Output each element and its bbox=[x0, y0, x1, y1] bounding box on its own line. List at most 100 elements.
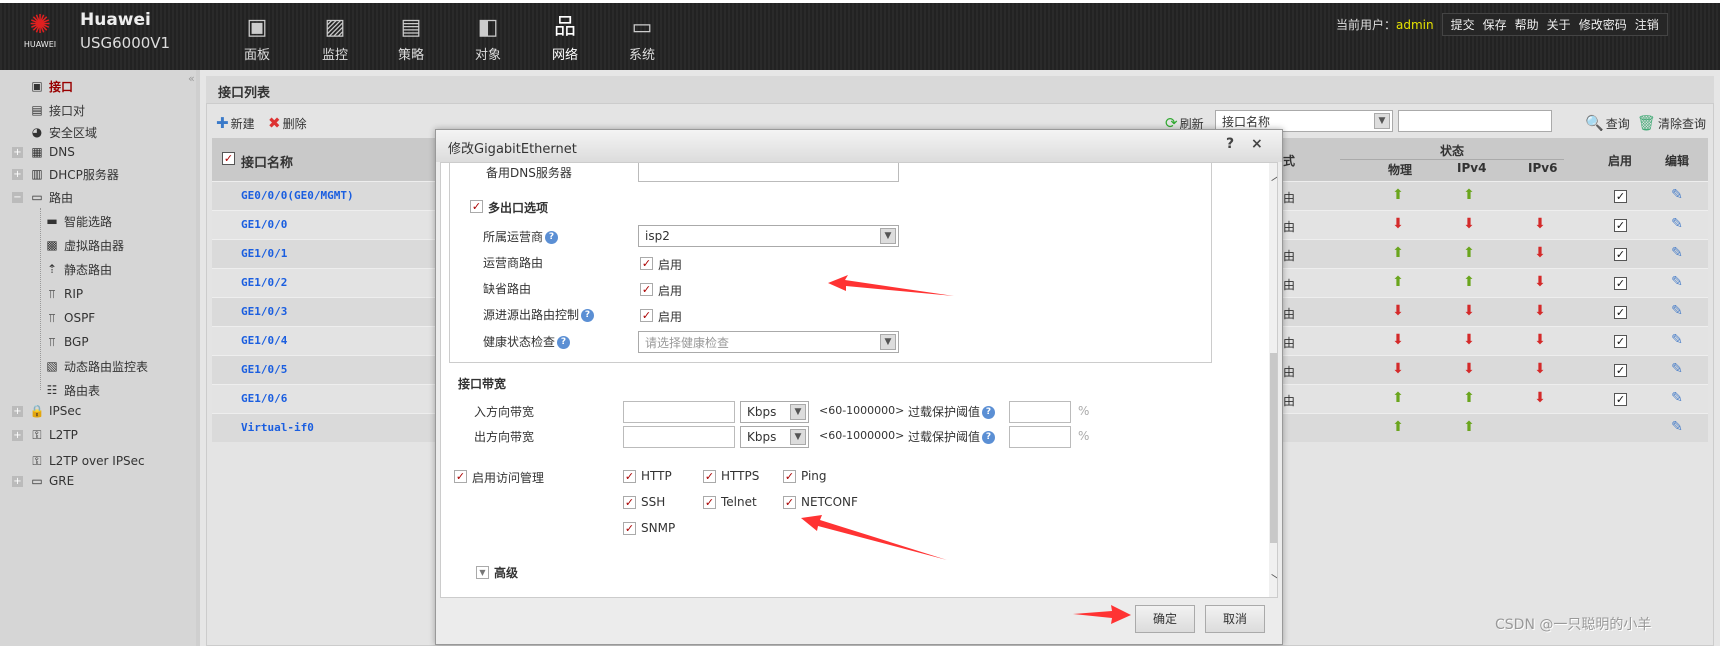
sidebar-item[interactable]: + ▦ DNS bbox=[12, 142, 75, 162]
sidebar-item[interactable]: + ▥ DHCP服务器 bbox=[12, 164, 119, 184]
interface-name-link[interactable]: GE1/0/4 bbox=[241, 334, 287, 347]
sidebar-item[interactable]: + 🔒 IPSec bbox=[12, 401, 81, 421]
header-link[interactable]: 保存 bbox=[1483, 16, 1507, 33]
service-https-checkbox[interactable]: ✓ bbox=[703, 470, 716, 483]
outbound-unit-select[interactable]: Kbps ▼ bbox=[740, 426, 809, 448]
expand-toggle[interactable]: + bbox=[12, 405, 23, 417]
sidebar-item[interactable]: ⫪ RIP bbox=[44, 284, 84, 304]
help-icon[interactable]: ? bbox=[545, 231, 559, 244]
edit-icon[interactable]: ✎ bbox=[1667, 419, 1687, 435]
service-ssh-checkbox[interactable]: ✓ bbox=[623, 496, 636, 509]
help-icon[interactable]: ? bbox=[982, 431, 996, 444]
nav-object[interactable]: ◧ 对象 bbox=[458, 14, 518, 63]
dialog-scrollbar[interactable]: ︿ ﹀ bbox=[1269, 163, 1277, 597]
interface-name-link[interactable]: GE1/0/2 bbox=[241, 276, 287, 289]
isp-route-checkbox[interactable]: ✓ bbox=[640, 257, 653, 270]
enabled-checkbox[interactable]: ✓ bbox=[1614, 335, 1627, 348]
inbound-bandwidth-input[interactable] bbox=[623, 401, 735, 423]
close-button[interactable]: × bbox=[1251, 136, 1263, 152]
edit-icon[interactable]: ✎ bbox=[1667, 245, 1687, 261]
sidebar-item[interactable]: ▬ 智能选路 bbox=[44, 211, 112, 231]
enabled-checkbox[interactable]: ✓ bbox=[1614, 277, 1627, 290]
inbound-unit-select[interactable]: Kbps ▼ bbox=[740, 401, 809, 423]
edit-icon[interactable]: ✎ bbox=[1667, 390, 1687, 406]
interface-name-link[interactable]: GE1/0/3 bbox=[241, 305, 287, 318]
health-check-select[interactable]: 请选择健康检查 ▼ bbox=[638, 331, 899, 353]
edit-icon[interactable]: ✎ bbox=[1667, 187, 1687, 203]
header-link[interactable]: 注销 bbox=[1635, 16, 1659, 33]
backup-dns-input[interactable] bbox=[638, 163, 899, 182]
inbound-threshold-input[interactable] bbox=[1009, 401, 1071, 423]
sidebar-item[interactable]: ⫪ OSPF bbox=[44, 308, 96, 328]
multi-exit-checkbox[interactable]: ✓ bbox=[470, 200, 483, 213]
sidebar-item[interactable]: ▩ 虚拟路由器 bbox=[44, 235, 124, 255]
expand-advanced-toggle[interactable]: ▼ bbox=[476, 566, 489, 579]
service-snmp-checkbox[interactable]: ✓ bbox=[623, 522, 636, 535]
search-input[interactable] bbox=[1398, 110, 1552, 132]
enabled-checkbox[interactable]: ✓ bbox=[1614, 248, 1627, 261]
header-link[interactable]: 提交 bbox=[1451, 16, 1475, 33]
interface-name-link[interactable]: GE1/0/1 bbox=[241, 247, 287, 260]
edit-icon[interactable]: ✎ bbox=[1667, 332, 1687, 348]
edit-icon[interactable]: ✎ bbox=[1667, 303, 1687, 319]
outbound-bandwidth-input[interactable] bbox=[623, 426, 735, 448]
source-route-checkbox[interactable]: ✓ bbox=[640, 309, 653, 322]
interface-name-link[interactable]: GE1/0/0 bbox=[241, 218, 287, 231]
edit-icon[interactable]: ✎ bbox=[1667, 274, 1687, 290]
scrollbar-thumb[interactable] bbox=[1270, 353, 1277, 543]
expand-toggle[interactable]: + bbox=[12, 168, 23, 180]
collapse-sidebar-button[interactable]: « bbox=[188, 72, 195, 85]
help-button[interactable]: ? bbox=[1226, 136, 1234, 152]
service-http-checkbox[interactable]: ✓ bbox=[623, 470, 636, 483]
enabled-checkbox[interactable]: ✓ bbox=[1614, 364, 1627, 377]
sidebar-item[interactable]: ▧ 动态路由监控表 bbox=[44, 356, 148, 376]
scroll-down-icon[interactable]: ﹀ bbox=[1271, 571, 1277, 588]
service-netconf-checkbox[interactable]: ✓ bbox=[783, 496, 796, 509]
enabled-checkbox[interactable]: ✓ bbox=[1614, 219, 1627, 232]
sidebar-item[interactable]: ⇡ 静态路由 bbox=[44, 259, 112, 279]
nav-system[interactable]: ▭ 系统 bbox=[612, 14, 672, 63]
nav-dashboard[interactable]: ▣ 面板 bbox=[227, 14, 287, 63]
delete-button[interactable]: ✖ 删除 bbox=[268, 114, 307, 132]
help-icon[interactable]: ? bbox=[557, 336, 571, 349]
interface-name-link[interactable]: GE1/0/5 bbox=[241, 363, 287, 376]
edit-icon[interactable]: ✎ bbox=[1667, 361, 1687, 377]
query-button[interactable]: 🔍 查询 bbox=[1585, 114, 1630, 132]
sidebar-item[interactable]: ▣ 接口 bbox=[12, 76, 73, 96]
isp-select[interactable]: isp2 ▼ bbox=[638, 225, 899, 247]
interface-name-link[interactable]: GE0/0/0(GE0/MGMT) bbox=[241, 189, 354, 202]
sidebar-item[interactable]: ◕ 安全区域 bbox=[12, 122, 97, 142]
header-link[interactable]: 帮助 bbox=[1515, 16, 1539, 33]
expand-toggle[interactable]: + bbox=[12, 146, 23, 158]
edit-icon[interactable]: ✎ bbox=[1667, 216, 1687, 232]
header-link[interactable]: 关于 bbox=[1547, 16, 1571, 33]
expand-toggle[interactable]: + bbox=[12, 429, 23, 441]
sidebar-item[interactable]: ⚿ L2TP over IPSec bbox=[12, 451, 144, 471]
enabled-checkbox[interactable]: ✓ bbox=[1614, 393, 1627, 406]
new-button[interactable]: ✚ 新建 bbox=[216, 114, 255, 132]
interface-name-link[interactable]: Virtual-if0 bbox=[241, 421, 314, 434]
scroll-up-icon[interactable]: ︿ bbox=[1271, 167, 1277, 184]
help-icon[interactable]: ? bbox=[982, 406, 996, 419]
enabled-checkbox[interactable]: ✓ bbox=[1614, 306, 1627, 319]
header-link[interactable]: 修改密码 bbox=[1579, 16, 1627, 33]
enabled-checkbox[interactable]: ✓ bbox=[1614, 190, 1627, 203]
default-route-checkbox[interactable]: ✓ bbox=[640, 283, 653, 296]
ok-button[interactable]: 确定 bbox=[1135, 605, 1195, 633]
outbound-threshold-input[interactable] bbox=[1009, 426, 1071, 448]
select-all-checkbox[interactable]: ✓ bbox=[222, 152, 235, 165]
nav-monitor[interactable]: ▨ 监控 bbox=[305, 14, 365, 63]
expand-toggle[interactable]: + bbox=[12, 475, 23, 487]
access-management-checkbox[interactable]: ✓ bbox=[454, 470, 467, 483]
expand-toggle[interactable]: − bbox=[12, 191, 23, 203]
help-icon[interactable]: ? bbox=[581, 309, 595, 322]
cancel-button[interactable]: 取消 bbox=[1205, 605, 1265, 633]
nav-network[interactable]: 品网络 bbox=[535, 14, 595, 63]
sidebar-item[interactable]: ▤ 接口对 bbox=[12, 100, 85, 120]
service-telnet-checkbox[interactable]: ✓ bbox=[703, 496, 716, 509]
nav-policy[interactable]: ▤ 策略 bbox=[381, 14, 441, 63]
interface-name-link[interactable]: GE1/0/6 bbox=[241, 392, 287, 405]
service-ping-checkbox[interactable]: ✓ bbox=[783, 470, 796, 483]
sidebar-item[interactable]: − ▭ 路由 bbox=[12, 187, 73, 207]
clear-query-button[interactable]: 🗑 清除查询 bbox=[1637, 114, 1706, 132]
